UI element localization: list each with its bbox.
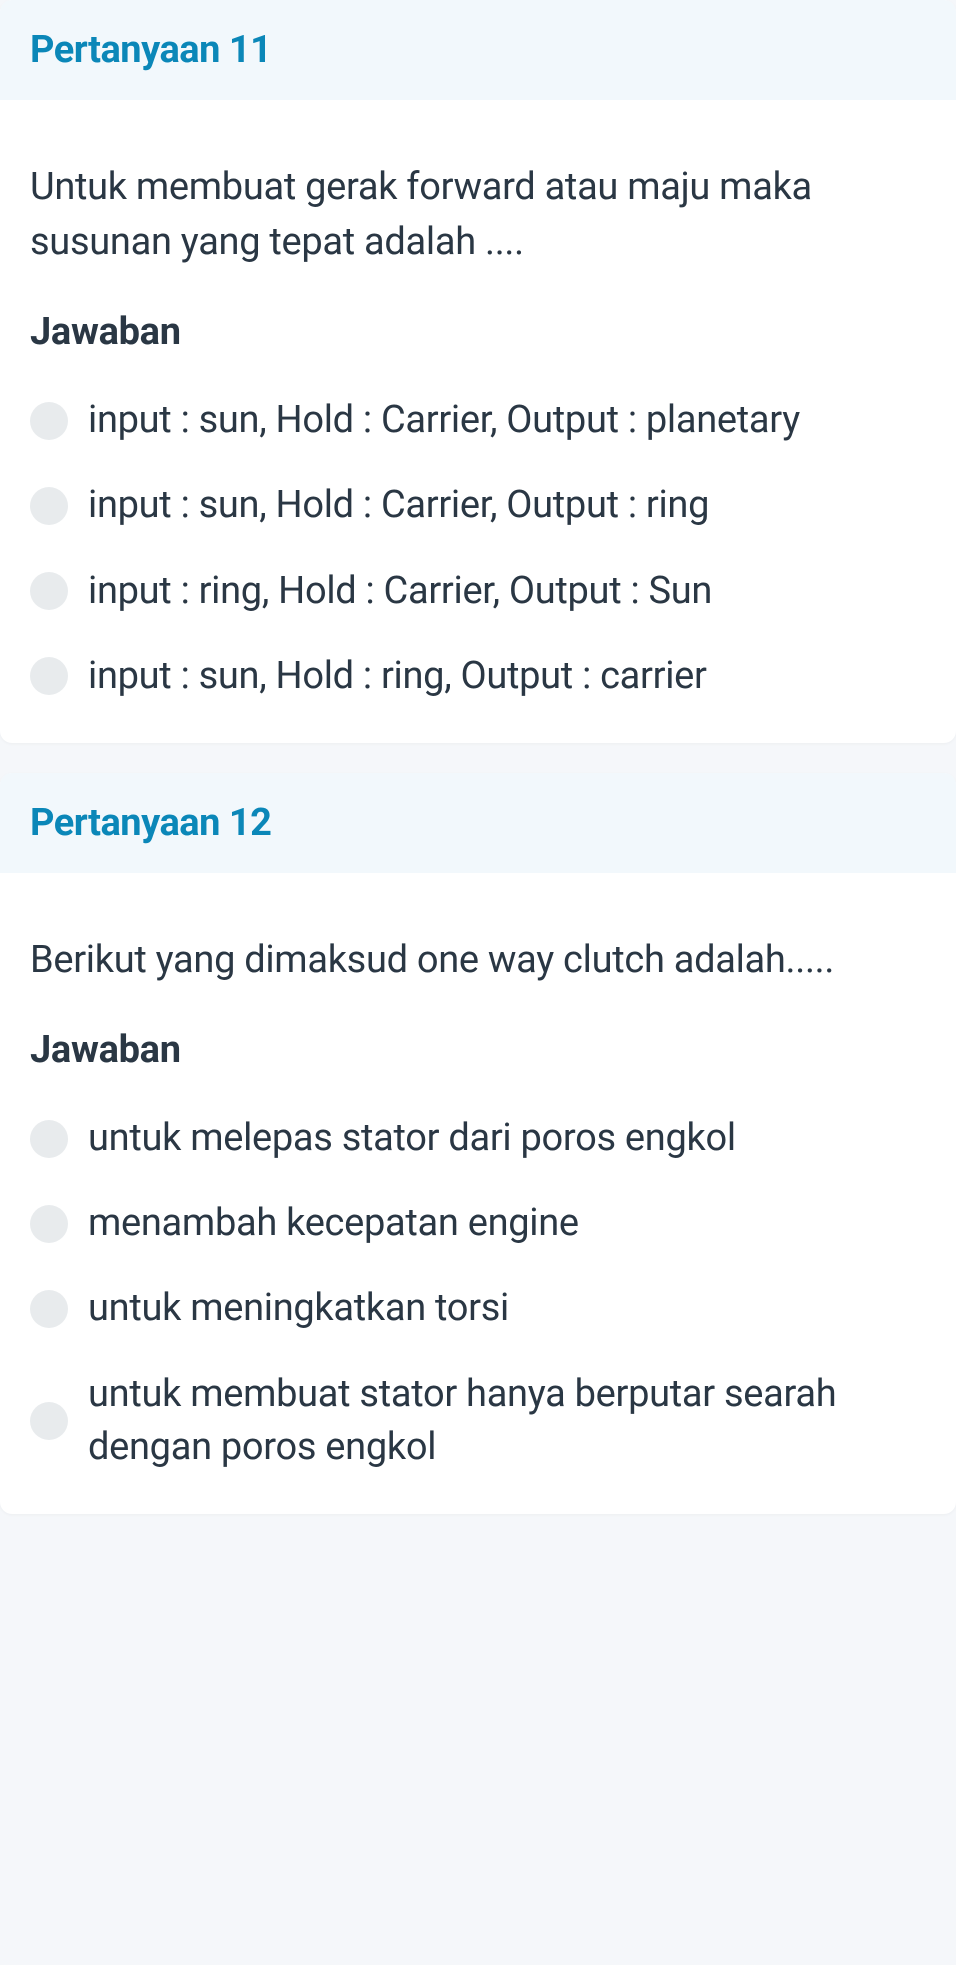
radio-icon bbox=[30, 487, 68, 525]
answer-option[interactable]: input : sun, Hold : ring, Output : carri… bbox=[30, 650, 926, 703]
option-text: input : sun, Hold : Carrier, Output : pl… bbox=[88, 394, 800, 447]
option-text: menambah kecepatan engine bbox=[88, 1197, 579, 1250]
answer-label: Jawaban bbox=[30, 1028, 926, 1072]
radio-icon bbox=[30, 1120, 68, 1158]
answer-option[interactable]: input : ring, Hold : Carrier, Output : S… bbox=[30, 565, 926, 618]
answer-option[interactable]: untuk meningkatkan torsi bbox=[30, 1282, 926, 1335]
option-text: untuk membuat stator hanya berputar sear… bbox=[88, 1368, 926, 1474]
answer-option[interactable]: input : sun, Hold : Carrier, Output : ri… bbox=[30, 479, 926, 532]
question-card-11: Pertanyaan 11 Untuk membuat gerak forwar… bbox=[0, 0, 956, 743]
question-header: Pertanyaan 12 bbox=[0, 773, 956, 873]
answer-option[interactable]: input : sun, Hold : Carrier, Output : pl… bbox=[30, 394, 926, 447]
radio-icon bbox=[30, 1290, 68, 1328]
question-body: Berikut yang dimaksud one way clutch ada… bbox=[0, 873, 956, 1514]
question-title: Pertanyaan 11 bbox=[30, 28, 926, 72]
option-text: input : sun, Hold : ring, Output : carri… bbox=[88, 650, 707, 703]
radio-icon bbox=[30, 402, 68, 440]
question-text: Berikut yang dimaksud one way clutch ada… bbox=[30, 933, 926, 988]
radio-icon bbox=[30, 1402, 68, 1440]
answer-option[interactable]: menambah kecepatan engine bbox=[30, 1197, 926, 1250]
answer-option[interactable]: untuk membuat stator hanya berputar sear… bbox=[30, 1368, 926, 1474]
option-text: untuk melepas stator dari poros engkol bbox=[88, 1112, 736, 1165]
question-header: Pertanyaan 11 bbox=[0, 0, 956, 100]
answer-label: Jawaban bbox=[30, 310, 926, 354]
option-text: input : sun, Hold : Carrier, Output : ri… bbox=[88, 479, 709, 532]
answer-option[interactable]: untuk melepas stator dari poros engkol bbox=[30, 1112, 926, 1165]
radio-icon bbox=[30, 572, 68, 610]
radio-icon bbox=[30, 657, 68, 695]
question-card-12: Pertanyaan 12 Berikut yang dimaksud one … bbox=[0, 773, 956, 1514]
option-text: input : ring, Hold : Carrier, Output : S… bbox=[88, 565, 712, 618]
option-text: untuk meningkatkan torsi bbox=[88, 1282, 509, 1335]
radio-icon bbox=[30, 1205, 68, 1243]
question-title: Pertanyaan 12 bbox=[30, 801, 926, 845]
question-body: Untuk membuat gerak forward atau maju ma… bbox=[0, 100, 956, 743]
question-text: Untuk membuat gerak forward atau maju ma… bbox=[30, 160, 926, 270]
